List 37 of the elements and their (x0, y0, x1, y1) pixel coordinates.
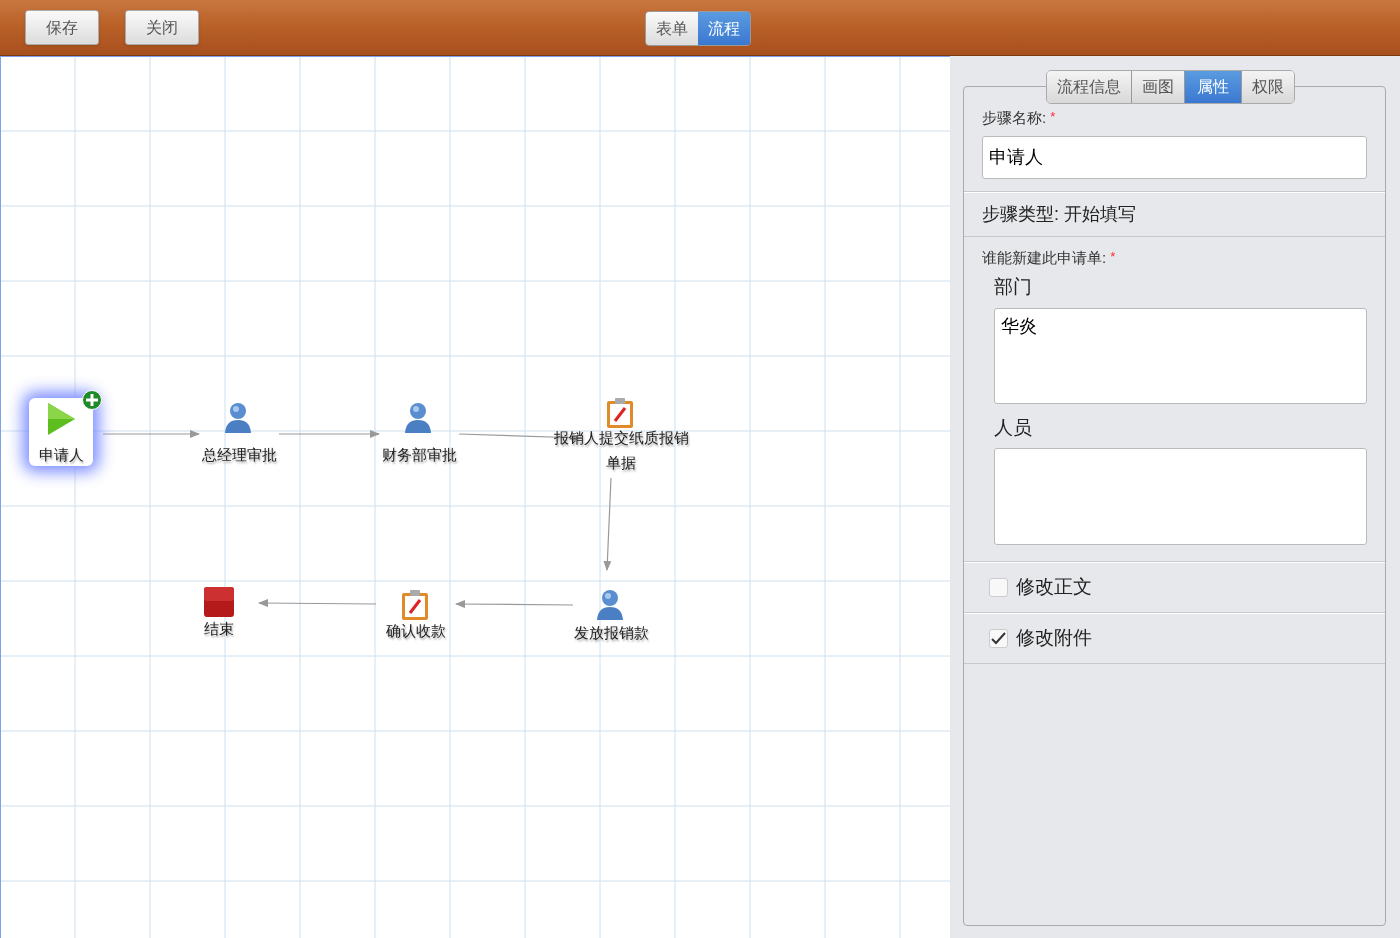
node-label[interactable]: 申请人 (6, 442, 116, 467)
add-icon[interactable] (82, 390, 102, 410)
person-icon (224, 402, 252, 434)
step-name-field[interactable]: 申请人 (982, 135, 1367, 179)
checkbox[interactable] (989, 578, 1008, 597)
required-mark: * (1110, 247, 1116, 266)
clipboard-icon (606, 397, 634, 429)
required-mark: * (1050, 108, 1056, 126)
people-label: 人员 (994, 416, 1032, 438)
panel-tab[interactable]: 画图 (1131, 71, 1184, 103)
person-icon (404, 402, 432, 434)
field-label: 步骤名称: (982, 108, 1047, 128)
department-label: 部门 (994, 276, 1032, 297)
panel-tab[interactable]: 权限 (1241, 71, 1294, 103)
checkbox-label: 修改附件 (1016, 626, 1092, 651)
people-field[interactable] (994, 448, 1367, 545)
view-tab[interactable]: 表单 (646, 12, 698, 45)
node-label[interactable]: 财务部审批 (364, 442, 474, 467)
play-icon (46, 402, 76, 436)
node-label[interactable]: 发放报销款 (556, 620, 666, 645)
clipboard-icon (401, 589, 429, 621)
node-label[interactable]: 总经理审批 (184, 442, 294, 467)
step-type-text: 步骤类型: 开始填写 (982, 203, 1136, 224)
stop-icon (204, 587, 234, 617)
field-label: 谁能新建此申请单: (982, 247, 1107, 268)
node-label[interactable]: 确认收款 (361, 618, 471, 643)
node-label[interactable]: 结束 (164, 616, 274, 641)
view-tab[interactable]: 流程 (698, 12, 750, 45)
panel-tab[interactable]: 属性 (1184, 71, 1241, 103)
node-label[interactable]: 报销人提交纸质报销单据 (551, 425, 691, 475)
person-icon (596, 589, 624, 621)
checkbox[interactable] (989, 629, 1008, 648)
checkbox-label: 修改正文 (1016, 575, 1092, 600)
toolbar-button[interactable]: 关闭 (125, 10, 199, 45)
department-field[interactable]: 华炎 (994, 307, 1367, 404)
toolbar-button[interactable]: 保存 (25, 10, 99, 45)
panel-tab[interactable]: 流程信息 (1047, 71, 1131, 103)
